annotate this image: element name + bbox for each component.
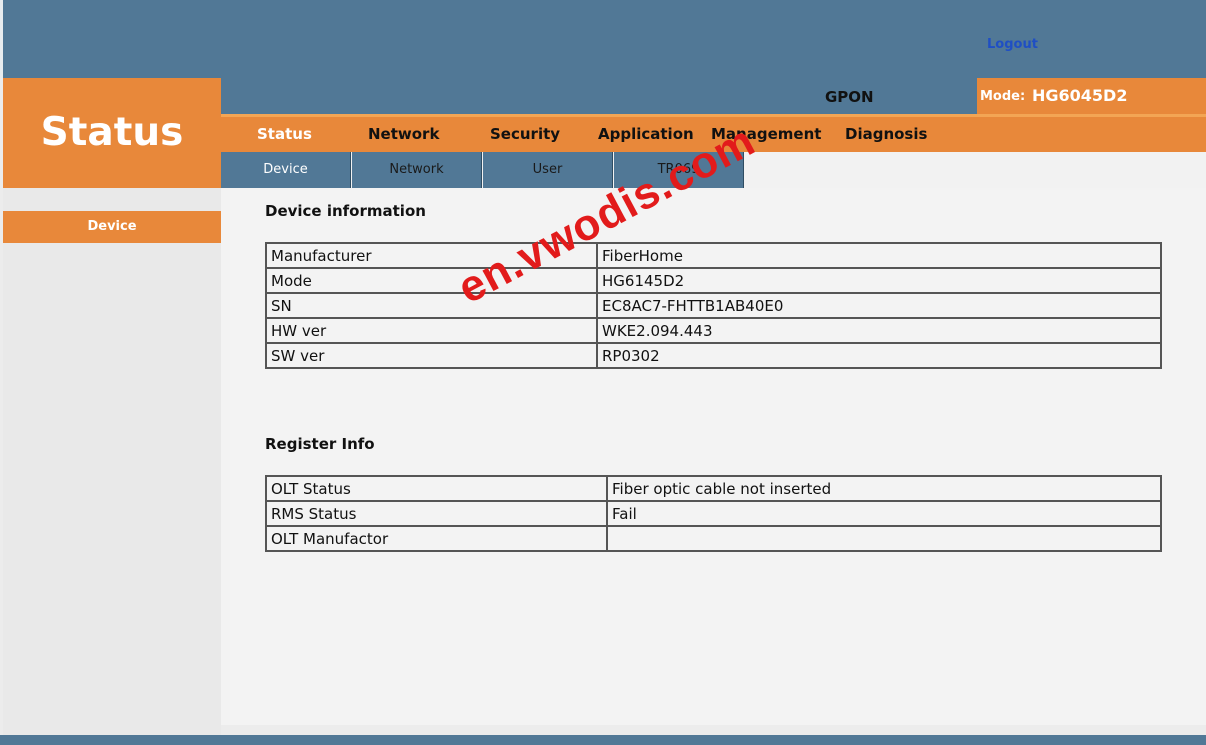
rms-status-value: Fail — [606, 500, 1162, 527]
network-type-label: GPON — [825, 88, 874, 106]
mode-row-value: HG6145D2 — [596, 267, 1162, 294]
gpon-bar: GPON Mode: HG6045D2 — [221, 78, 1206, 114]
register-info-title: Register Info — [265, 435, 375, 453]
mode-label: Mode: — [980, 89, 1026, 104]
hw-ver-value: WKE2.094.443 — [596, 317, 1162, 344]
table-row: SW ver RP0302 — [265, 342, 1162, 369]
table-row: Mode HG6145D2 — [265, 267, 1162, 294]
olt-status-value: Fiber optic cable not inserted — [606, 475, 1162, 502]
device-info-table: Manufacturer FiberHome Mode HG6145D2 SN … — [265, 242, 1162, 369]
mode-box: Mode: HG6045D2 — [977, 78, 1206, 114]
olt-manufactor-label: OLT Manufactor — [265, 525, 608, 552]
mode-value: HG6045D2 — [1032, 86, 1128, 105]
tab-network[interactable]: Network — [352, 152, 482, 188]
nav-application[interactable]: Application — [598, 125, 694, 143]
register-info-table: OLT Status Fiber optic cable not inserte… — [265, 475, 1162, 552]
nav-status[interactable]: Status — [257, 125, 312, 143]
sn-label: SN — [265, 292, 598, 319]
manufacturer-value: FiberHome — [596, 242, 1162, 269]
nav-security[interactable]: Security — [490, 125, 560, 143]
olt-status-label: OLT Status — [265, 475, 608, 502]
tab-user[interactable]: User — [483, 152, 613, 188]
section-header-box: Status — [3, 78, 221, 188]
tab-device[interactable]: Device — [221, 152, 351, 188]
sw-ver-label: SW ver — [265, 342, 598, 369]
section-title: Status — [40, 110, 184, 155]
table-row: HW ver WKE2.094.443 — [265, 317, 1162, 344]
table-row: OLT Status Fiber optic cable not inserte… — [265, 475, 1162, 502]
rms-status-label: RMS Status — [265, 500, 608, 527]
sn-value: EC8AC7-FHTTB1AB40E0 — [596, 292, 1162, 319]
olt-manufactor-value — [606, 525, 1162, 552]
table-row: RMS Status Fail — [265, 500, 1162, 527]
main-content: Device information Manufacturer FiberHom… — [221, 188, 1206, 725]
device-info-title: Device information — [265, 202, 426, 220]
sidebar-item-device[interactable]: Device — [3, 211, 221, 243]
bottom-bar — [0, 735, 1206, 745]
banner-edge — [0, 0, 3, 78]
sidebar: Device — [3, 188, 221, 735]
hw-ver-label: HW ver — [265, 317, 598, 344]
nav-diagnosis[interactable]: Diagnosis — [845, 125, 927, 143]
nav-network[interactable]: Network — [368, 125, 439, 143]
logout-link[interactable]: Logout — [987, 37, 1038, 52]
top-banner: Logout — [0, 0, 1206, 78]
table-row: SN EC8AC7-FHTTB1AB40E0 — [265, 292, 1162, 319]
table-row: OLT Manufactor — [265, 525, 1162, 552]
table-row: Manufacturer FiberHome — [265, 242, 1162, 269]
sw-ver-value: RP0302 — [596, 342, 1162, 369]
